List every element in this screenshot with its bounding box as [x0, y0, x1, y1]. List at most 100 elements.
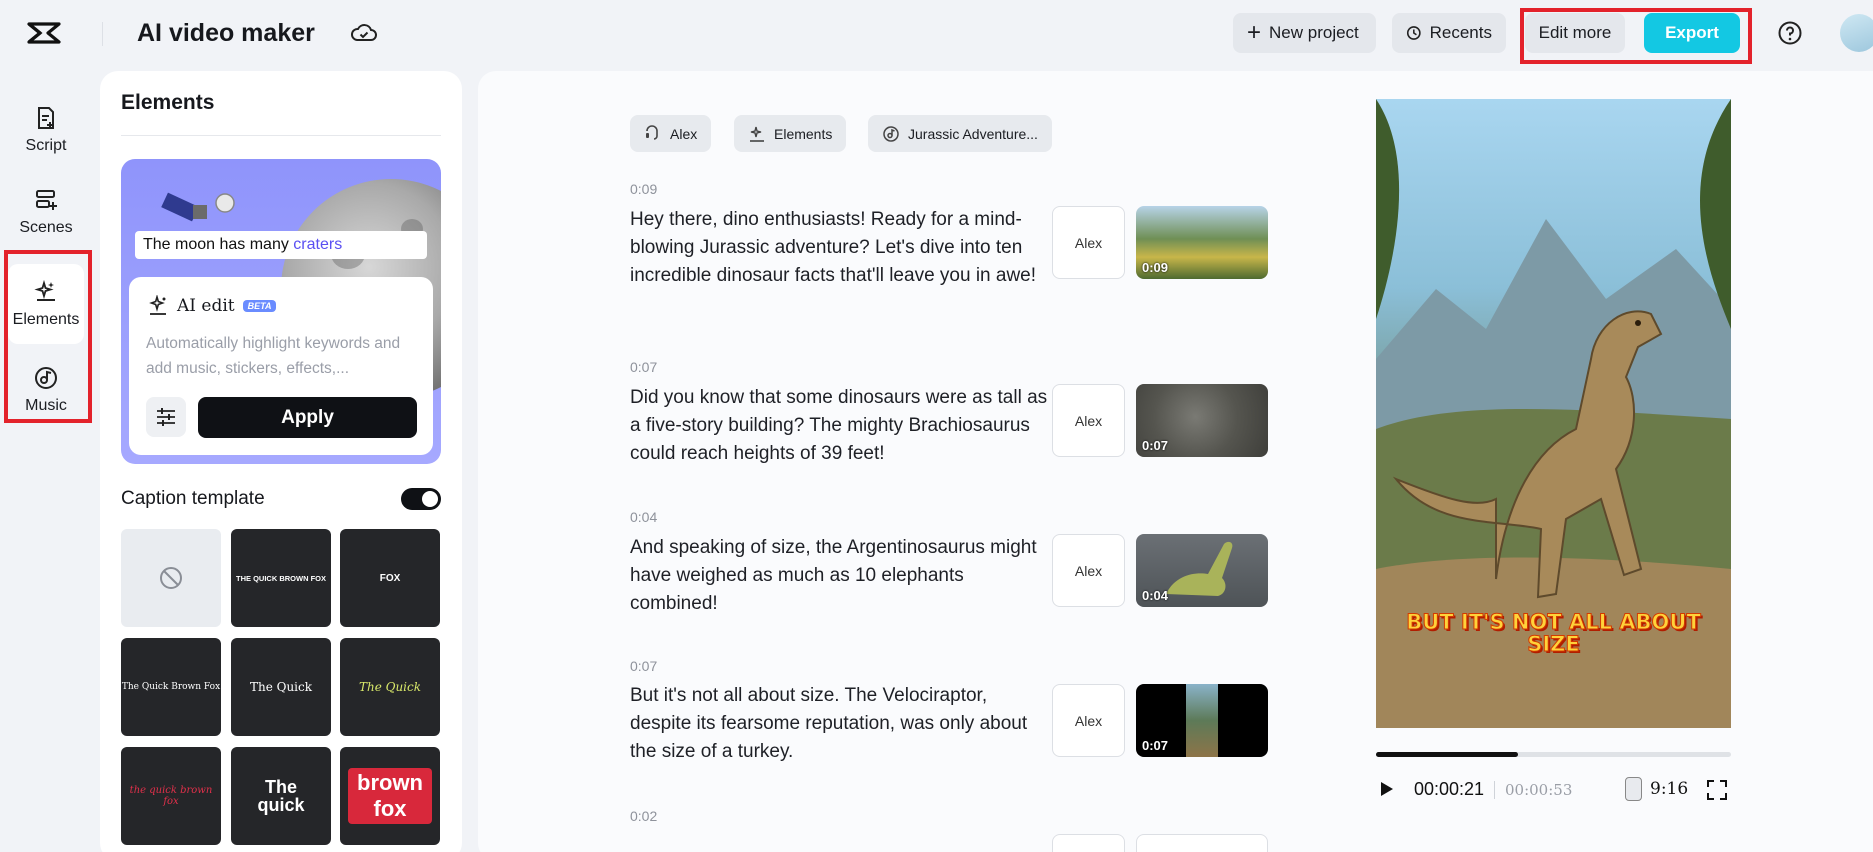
scene-voice-button[interactable]	[1052, 834, 1125, 852]
rail-label-music: Music	[25, 397, 67, 414]
scene-thumbnail[interactable]: 0:04	[1136, 534, 1268, 607]
playback-progress-fill	[1376, 752, 1518, 757]
ai-edit-icon	[149, 295, 166, 315]
rail-label-scenes: Scenes	[19, 219, 73, 236]
total-time: 00:00:53	[1505, 781, 1573, 799]
caption-prefix: The moon has many	[143, 236, 294, 253]
header-divider	[102, 22, 103, 46]
music-icon	[883, 125, 899, 142]
preview-caption: BUT IT'S NOT ALL ABOUT SIZE	[1376, 610, 1731, 656]
preview-caption-line2: SIZE	[1527, 632, 1581, 656]
beta-badge: BETA	[242, 300, 277, 312]
scene-duration: 0:07	[1142, 738, 1169, 753]
music-icon	[35, 367, 57, 389]
help-icon[interactable]	[1777, 20, 1803, 46]
sliders-icon	[157, 408, 175, 426]
caption-template-item[interactable]: THE QUICK BROWN FOX	[231, 529, 331, 627]
fullscreen-icon[interactable]	[1706, 779, 1728, 801]
scene-timestamp: 0:02	[630, 808, 658, 824]
preview-caption-line1: BUT IT'S NOT ALL ABOUT	[1406, 610, 1702, 634]
elements-icon	[34, 279, 55, 301]
disabled-icon	[160, 567, 182, 589]
ai-edit-card: The moon has many craters AI edit BETA A…	[121, 159, 441, 464]
clock-icon	[1406, 26, 1421, 40]
ai-edit-title: AI edit	[177, 296, 235, 316]
voice-icon	[646, 124, 658, 140]
panel-title: Elements	[121, 91, 215, 114]
ai-edit-settings-button[interactable]	[146, 397, 186, 437]
edit-more-button[interactable]: Edit more	[1525, 13, 1625, 53]
aspect-ratio-icon	[1625, 777, 1642, 801]
caption-template-none[interactable]	[121, 529, 221, 627]
new-project-label: New project	[1269, 23, 1359, 42]
page-title: AI video maker	[137, 19, 315, 47]
rail-label-elements: Elements	[12, 311, 80, 328]
scene-timestamp: 0:07	[630, 658, 658, 674]
scene-thumbnail[interactable]: 0:09	[1136, 206, 1268, 279]
scene-voice-button[interactable]: Alex	[1052, 384, 1125, 457]
aspect-ratio-label: 9:16	[1650, 779, 1689, 799]
video-preview[interactable]: BUT IT'S NOT ALL ABOUT SIZE	[1376, 99, 1731, 728]
caption-template-item[interactable]: The quick	[231, 747, 331, 845]
panel-divider	[121, 135, 441, 136]
aspect-ratio-button[interactable]: 9:16	[1625, 776, 1693, 802]
rail-item-elements[interactable]: Elements	[8, 264, 84, 344]
scene-duration: 0:04	[1142, 588, 1169, 603]
scene-thumbnail[interactable]	[1136, 834, 1268, 852]
recents-button[interactable]: Recents	[1392, 13, 1506, 53]
scene-text[interactable]: But it's not all about size. The Velocir…	[630, 682, 1050, 766]
script-icon	[38, 107, 54, 129]
elements-chip-label: Elements	[774, 125, 833, 142]
scene-duration: 0:07	[1142, 438, 1169, 453]
scene-voice-button[interactable]: Alex	[1052, 534, 1125, 607]
scenes-icon	[36, 190, 57, 210]
top-bar: AI video maker + New project Recents Edi…	[0, 0, 1873, 66]
scene-text[interactable]: Did you know that some dinosaurs were as…	[630, 384, 1050, 468]
voice-chip-label: Alex	[670, 125, 698, 142]
scene-timestamp: 0:09	[630, 181, 658, 197]
play-icon[interactable]	[1378, 780, 1396, 798]
ai-edit-box: AI edit BETA Automatically highlight key…	[129, 277, 433, 455]
new-project-button[interactable]: + New project	[1233, 13, 1376, 53]
scene-text[interactable]: Hey there, dino enthusiasts! Ready for a…	[630, 206, 1050, 290]
playback-progress-bar[interactable]	[1376, 752, 1731, 757]
cloud-sync-icon[interactable]	[350, 20, 378, 46]
sample-caption: The moon has many craters	[135, 231, 427, 259]
caption-template-item[interactable]: the quick brown fox	[121, 747, 221, 845]
music-chip[interactable]: Jurassic Adventure...	[868, 115, 1052, 152]
scene-timestamp: 0:04	[630, 509, 658, 525]
elements-panel: Elements The moon has many craters AI ed…	[100, 71, 462, 852]
scene-timestamp: 0:07	[630, 359, 658, 375]
scene-duration: 0:09	[1142, 260, 1169, 275]
avatar[interactable]	[1840, 14, 1873, 52]
recents-label: Recents	[1429, 23, 1492, 42]
caption-template-item[interactable]: The Quick	[231, 638, 331, 736]
elements-chip[interactable]: Elements	[734, 115, 847, 152]
music-chip-label: Jurassic Adventure...	[908, 125, 1038, 142]
plus-icon: +	[1247, 19, 1262, 46]
scene-thumbnail[interactable]: 0:07	[1136, 384, 1268, 457]
rail-item-scenes[interactable]: Scenes	[8, 172, 84, 252]
apply-button[interactable]: Apply	[198, 397, 417, 438]
time-separator	[1494, 781, 1495, 799]
caption-template-item-text: brown fox	[348, 768, 432, 824]
scene-voice-button[interactable]: Alex	[1052, 206, 1125, 279]
export-button[interactable]: Export	[1644, 13, 1740, 53]
scene-voice-button[interactable]: Alex	[1052, 684, 1125, 757]
current-time: 00:00:21	[1414, 779, 1485, 799]
scene-thumbnail[interactable]: 0:07	[1136, 684, 1268, 757]
caption-template-item[interactable]: The Quick	[340, 638, 440, 736]
scene-text[interactable]: And speaking of size, the Argentinosauru…	[630, 534, 1050, 618]
ai-edit-title-row: AI edit BETA	[147, 295, 277, 317]
ai-edit-description: Automatically highlight keywords and add…	[146, 335, 401, 377]
caption-template-item[interactable]: The Quick Brown Fox	[121, 638, 221, 736]
caption-template-title: Caption template	[121, 488, 265, 509]
rail-item-script[interactable]: Script	[8, 90, 84, 170]
rail-item-music[interactable]: Music	[8, 350, 84, 430]
caption-template-item[interactable]: FOX	[340, 529, 440, 627]
caption-template-item[interactable]: brown fox	[340, 747, 440, 845]
voice-chip[interactable]: Alex	[630, 115, 712, 152]
elements-icon	[750, 126, 764, 142]
capcut-logo-icon[interactable]	[26, 18, 62, 48]
caption-template-toggle[interactable]	[401, 488, 441, 510]
